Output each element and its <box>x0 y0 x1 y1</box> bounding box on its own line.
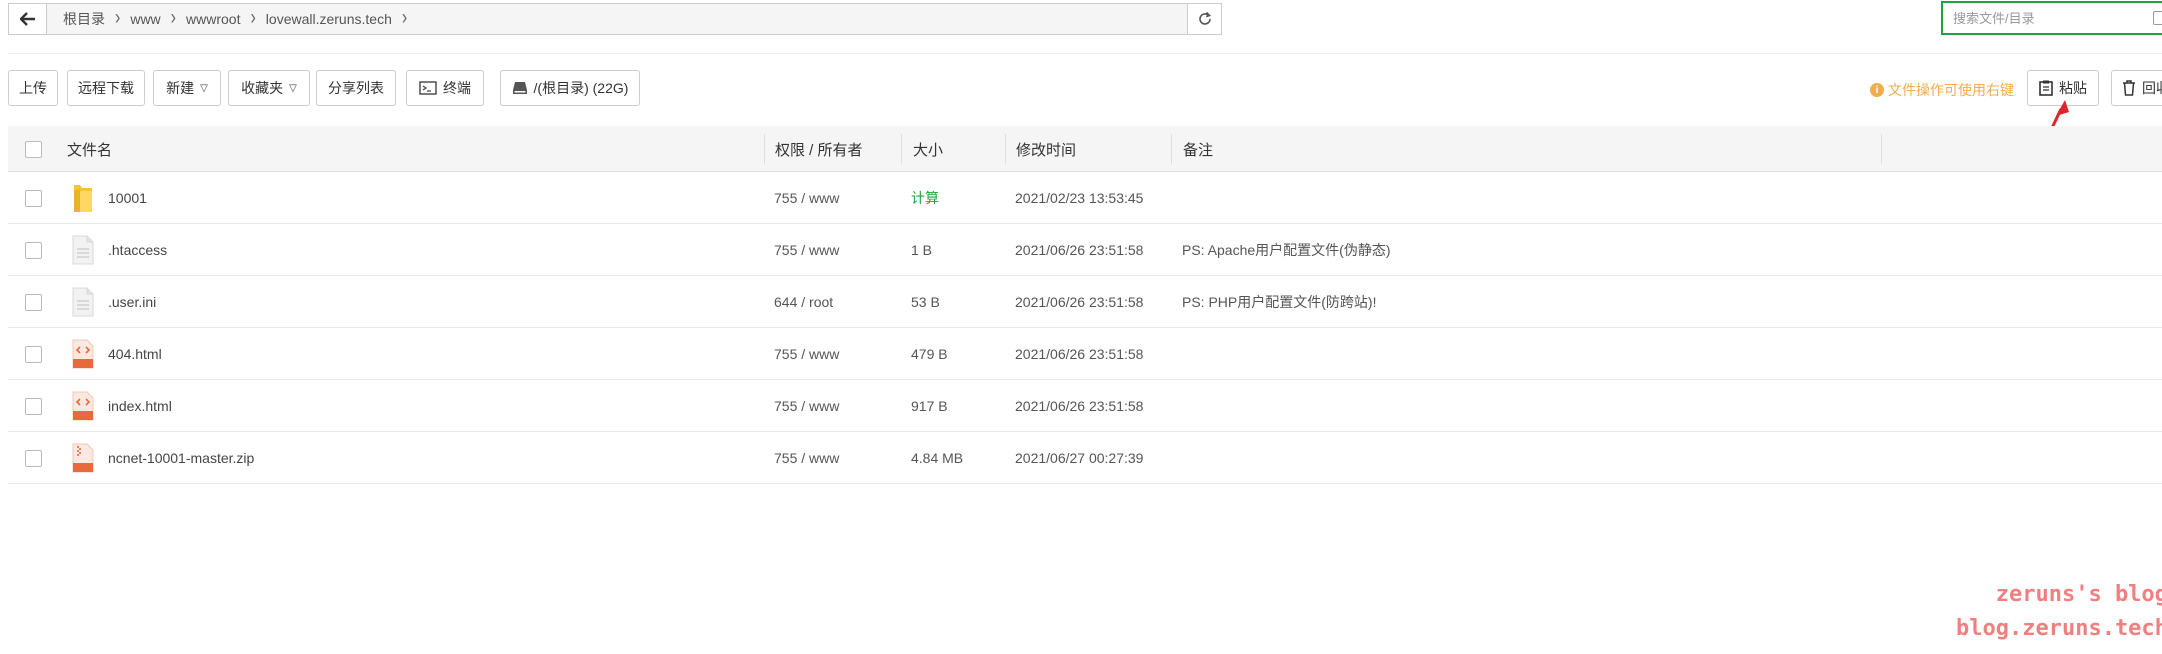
upload-button[interactable]: 上传 <box>8 70 58 106</box>
terminal-icon <box>419 81 437 95</box>
chevron-right-icon: › <box>250 7 256 30</box>
favorites-dropdown-button[interactable]: 收藏夹 ▽ <box>228 70 310 106</box>
search-box <box>1941 1 2162 35</box>
file-permission[interactable]: 755 / www <box>774 380 839 432</box>
breadcrumb-item-root[interactable]: 根目录 › <box>53 7 121 30</box>
file-permission[interactable]: 644 / root <box>774 276 833 328</box>
column-divider <box>1881 134 1882 164</box>
chevron-down-icon: ▽ <box>289 82 297 94</box>
info-icon: i <box>1870 83 1884 97</box>
hard-drive-icon <box>512 82 527 94</box>
file-mtime: 2021/02/23 13:53:45 <box>1015 190 1144 206</box>
column-divider <box>901 134 902 164</box>
column-divider <box>764 134 765 164</box>
chevron-right-icon: › <box>115 7 121 30</box>
column-divider <box>1171 134 1172 164</box>
back-button[interactable] <box>9 4 47 34</box>
file-name[interactable]: 404.html <box>108 328 162 380</box>
file-size: 4.84 MB <box>911 450 964 466</box>
divider <box>8 53 2162 54</box>
search-subdir-checkbox[interactable] <box>2153 11 2162 25</box>
refresh-button[interactable] <box>1187 4 1221 34</box>
file-remark: PS: PHP用户配置文件(防跨站)! <box>1182 294 1377 310</box>
file-mtime: 2021/06/26 23:51:58 <box>1015 346 1144 362</box>
refresh-icon <box>1198 11 1211 25</box>
breadcrumb-item-wwwroot[interactable]: wwwroot › <box>176 7 256 30</box>
table-row[interactable]: ncnet-10001-master.zip 755 / www 4.84 MB… <box>8 432 2162 484</box>
file-name[interactable]: .user.ini <box>108 276 156 328</box>
file-remark: PS: Apache用户配置文件(伪静态) <box>1182 242 1391 258</box>
column-header-remark: 备注 <box>1183 141 1214 159</box>
row-checkbox[interactable] <box>25 172 42 224</box>
blog-watermark: zeruns's blog blog.zeruns.tech <box>1956 582 2162 641</box>
column-header-permission[interactable]: 权限 / 所有者 <box>775 126 863 172</box>
table-row[interactable]: .htaccess 755 / www 1 B 2021/06/26 23:51… <box>8 224 2162 276</box>
row-checkbox[interactable] <box>25 276 42 328</box>
file-permission[interactable]: 755 / www <box>774 432 839 484</box>
calculate-size-link[interactable]: 计算 <box>911 172 939 224</box>
file-size: 53 B <box>911 294 940 310</box>
trash-icon <box>2123 80 2135 96</box>
table-row[interactable]: 404.html 755 / www 479 B 2021/06/26 23:5… <box>8 328 2162 380</box>
row-checkbox[interactable] <box>25 432 42 484</box>
search-input[interactable] <box>1953 10 2153 26</box>
share-list-button[interactable]: 分享列表 <box>316 70 396 106</box>
file-size: 917 B <box>911 398 948 414</box>
row-checkbox[interactable] <box>25 328 42 380</box>
arrow-left-icon <box>19 12 35 26</box>
file-icon <box>70 235 96 265</box>
file-name[interactable]: .htaccess <box>108 224 167 276</box>
file-name[interactable]: 10001 <box>108 172 147 224</box>
row-checkbox[interactable] <box>25 224 42 276</box>
table-header: 文件名 权限 / 所有者 大小 修改时间 备注 <box>8 126 2162 172</box>
html-file-icon <box>70 391 96 421</box>
file-mtime: 2021/06/26 23:51:58 <box>1015 398 1144 414</box>
chevron-down-icon: ▽ <box>200 82 208 94</box>
breadcrumb: 根目录 › www › wwwroot › lovewall.zeruns.tech › <box>47 4 1187 34</box>
column-header-mtime[interactable]: 修改时间 <box>1016 126 1076 172</box>
folder-icon <box>70 183 96 213</box>
file-permission[interactable]: 755 / www <box>774 328 839 380</box>
file-permission[interactable]: 755 / www <box>774 224 839 276</box>
terminal-button[interactable]: 终端 <box>406 70 484 106</box>
chevron-right-icon: › <box>401 7 408 30</box>
chevron-right-icon: › <box>170 7 176 30</box>
path-bar: 根目录 › www › wwwroot › lovewall.zeruns.tech › <box>8 3 1222 35</box>
file-icon <box>70 287 96 317</box>
column-divider <box>1005 134 1006 164</box>
remote-download-button[interactable]: 远程下载 <box>67 70 145 106</box>
column-header-size[interactable]: 大小 <box>913 126 943 172</box>
file-mtime: 2021/06/27 00:27:39 <box>1015 450 1144 466</box>
breadcrumb-item-www[interactable]: www › <box>120 7 176 30</box>
zip-file-icon <box>70 443 96 473</box>
file-permission[interactable]: 755 / www <box>774 172 839 224</box>
column-header-name[interactable]: 文件名 <box>67 126 112 172</box>
recycle-bin-button[interactable]: 回收 <box>2111 70 2162 106</box>
select-all-checkbox[interactable] <box>25 126 42 172</box>
html-file-icon <box>70 339 96 369</box>
table-row[interactable]: index.html 755 / www 917 B 2021/06/26 23… <box>8 380 2162 432</box>
row-checkbox[interactable] <box>25 380 42 432</box>
file-name[interactable]: index.html <box>108 380 172 432</box>
table-row[interactable]: .user.ini 644 / root 53 B 2021/06/26 23:… <box>8 276 2162 328</box>
file-size: 479 B <box>911 346 948 362</box>
table-row[interactable]: 10001 755 / www 计算 2021/02/23 13:53:45 <box>8 172 2162 224</box>
right-click-tip: i 文件操作可使用右键 <box>1870 80 2014 100</box>
breadcrumb-item-site[interactable]: lovewall.zeruns.tech › <box>256 7 408 30</box>
file-mtime: 2021/06/26 23:51:58 <box>1015 294 1144 310</box>
file-size: 1 B <box>911 242 933 258</box>
disk-button[interactable]: /(根目录) (22G) <box>500 70 640 106</box>
new-dropdown-button[interactable]: 新建 ▽ <box>153 70 221 106</box>
file-name[interactable]: ncnet-10001-master.zip <box>108 432 254 484</box>
file-mtime: 2021/06/26 23:51:58 <box>1015 242 1144 258</box>
